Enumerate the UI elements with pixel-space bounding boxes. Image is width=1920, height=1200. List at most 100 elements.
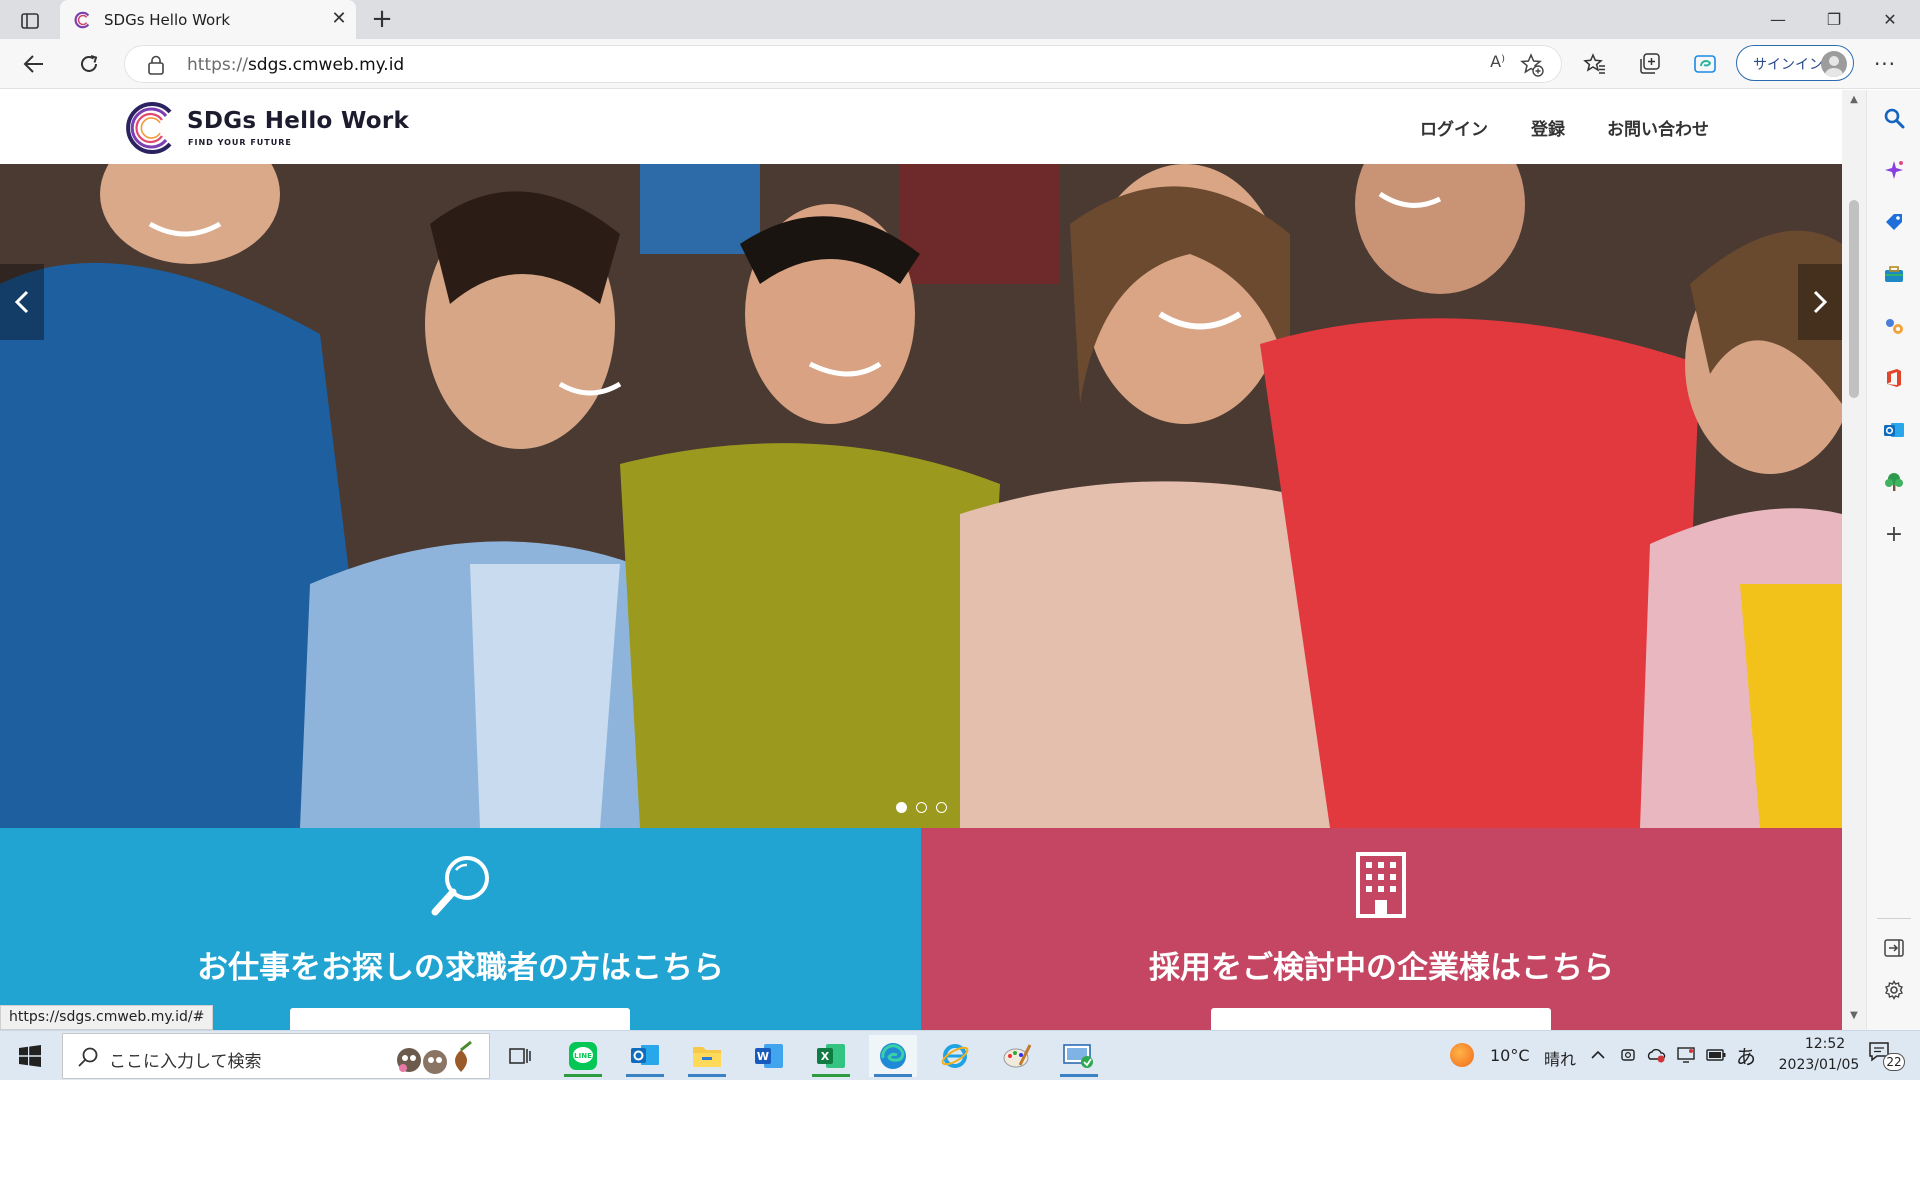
taskbar-search-box[interactable]: ここに入力して検索 [62,1033,490,1079]
signin-button[interactable]: サインイン [1736,45,1854,81]
job-seeker-cta[interactable]: お仕事をお探しの求職者の方はこちら [0,828,921,1030]
sidebar-office-icon[interactable] [1882,366,1906,390]
favorites-icon[interactable] [1578,48,1612,80]
profile-avatar-icon [1821,51,1847,77]
settings-more-icon[interactable]: ··· [1868,48,1902,80]
word-app-icon[interactable]: W [745,1035,793,1077]
edge-browser-icon[interactable] [869,1035,917,1077]
sidebar-divider [1877,918,1911,919]
sidebar-search-icon[interactable] [1882,106,1906,130]
sidebar-shopping-icon[interactable] [1882,210,1906,234]
svg-text:W: W [757,1050,769,1063]
lock-icon[interactable] [147,55,165,75]
window-close-button[interactable]: ✕ [1862,0,1918,39]
edge-sidebar: + [1866,90,1920,1030]
site-logo-icon[interactable] [120,98,180,158]
scrollbar-thumb[interactable] [1849,200,1859,398]
nav-login-link[interactable]: ログイン [1420,115,1488,140]
line-app-icon[interactable]: LINE [559,1035,607,1077]
tray-onedrive-error-icon[interactable] [1646,1045,1666,1065]
tray-battery-icon[interactable] [1706,1045,1726,1065]
add-favorite-icon[interactable] [1519,52,1545,78]
sidebar-outlook-icon[interactable] [1882,418,1906,442]
tray-monitor-icon[interactable] [1676,1045,1696,1065]
tab-actions-icon[interactable] [14,9,46,33]
hero-carousel [0,164,1842,828]
outlook-app-icon[interactable] [621,1035,669,1077]
sidebar-settings-icon[interactable] [1882,978,1906,1002]
browser-tab-active[interactable]: SDGs Hello Work ✕ [60,0,356,39]
browser-tab-strip: SDGs Hello Work ✕ + — ❐ ✕ [0,0,1920,39]
screen: SDGs Hello Work ✕ + — ❐ ✕ https://sdgs.c… [0,0,1920,1080]
new-tab-button[interactable]: + [368,6,396,34]
tray-webcam-icon[interactable] [1618,1045,1638,1065]
carousel-next-button[interactable] [1798,264,1842,340]
scroll-down-icon[interactable]: ▼ [1848,1010,1860,1022]
site-tagline: FIND YOUR FUTURE [188,138,292,147]
weather-condition: 晴れ [1544,1050,1577,1069]
employer-cta[interactable]: 採用をご検討中の企業様はこちら [921,828,1842,1030]
status-bar-url: https://sdgs.cmweb.my.id/# [0,1005,214,1030]
windows-taskbar: ここに入力して検索 LINE W X 10°C 晴れ あ 12:52 2023/… [0,1030,1920,1080]
svg-text:LINE: LINE [574,1052,592,1060]
site-favicon-icon [74,11,90,29]
task-view-icon[interactable] [496,1035,544,1077]
hero-photo-group-of-friends [0,164,1842,828]
signin-label: サインイン [1753,57,1823,73]
web-page: SDGs Hello Work FIND YOUR FUTURE ログイン 登録… [0,90,1842,1030]
site-name[interactable]: SDGs Hello Work [187,108,409,134]
refresh-icon[interactable] [72,48,106,80]
tab-close-icon[interactable]: ✕ [328,8,350,30]
window-maximize-button[interactable]: ❐ [1806,0,1862,39]
carousel-dot-1[interactable] [896,802,907,813]
sidebar-games-icon[interactable] [1882,314,1906,338]
search-icon [78,1047,98,1067]
collections-icon[interactable] [1633,48,1667,80]
remote-desktop-icon[interactable] [1055,1035,1103,1077]
sidebar-tools-icon[interactable] [1882,262,1906,286]
notification-center-button[interactable]: 22 [1868,1041,1905,1071]
magnifier-icon [431,856,489,916]
carousel-indicators [896,802,966,816]
search-highlight-chestnut-icon [397,1040,472,1074]
url-host: sdgs.cmweb.my.id [247,55,405,75]
employer-cta-button[interactable] [1211,1008,1551,1030]
nav-contact-link[interactable]: お問い合わせ [1607,115,1709,140]
url-scheme: https:// [187,55,248,75]
scroll-up-icon[interactable]: ▲ [1848,94,1860,106]
page-scrollbar[interactable]: ▲ ▼ [1842,90,1866,1030]
sidebar-tree-icon[interactable] [1882,470,1906,494]
url-text[interactable]: https://sdgs.cmweb.my.id [187,55,404,75]
file-explorer-icon[interactable] [683,1035,731,1077]
excel-app-icon[interactable]: X [807,1035,855,1077]
browser-toolbar: https://sdgs.cmweb.my.id A⁾ サインイン ··· [0,39,1920,89]
ime-mode-indicator[interactable]: あ [1736,1041,1756,1070]
paint-app-icon[interactable] [993,1035,1041,1077]
job-seeker-cta-title: お仕事をお探しの求職者の方はこちら [197,950,724,986]
sunny-weather-icon [1450,1043,1474,1067]
search-placeholder: ここに入力して検索 [109,1052,262,1072]
read-aloud-icon[interactable]: A⁾ [1490,52,1505,71]
sidebar-discover-icon[interactable] [1882,158,1906,182]
clock-date[interactable]: 2023/01/05 [1764,1057,1874,1073]
tab-title: SDGs Hello Work [104,11,231,29]
building-icon [1356,852,1406,918]
windows-start-icon[interactable] [18,1044,42,1068]
notification-count-badge: 22 [1883,1053,1905,1071]
job-seeker-cta-button[interactable] [290,1008,630,1030]
carousel-prev-button[interactable] [0,264,44,340]
employer-cta-title: 採用をご検討中の企業様はこちら [1149,950,1614,986]
tray-chevron-up-icon[interactable] [1588,1045,1608,1065]
window-minimize-button[interactable]: — [1750,0,1806,39]
sidebar-add-icon[interactable]: + [1882,522,1906,547]
clock-time[interactable]: 12:52 [1790,1036,1860,1052]
address-bar[interactable]: https://sdgs.cmweb.my.id A⁾ [124,45,1562,83]
site-header: SDGs Hello Work FIND YOUR FUTURE ログイン 登録… [0,90,1842,164]
carousel-dot-3[interactable] [936,802,947,813]
nav-register-link[interactable]: 登録 [1531,115,1565,140]
internet-explorer-icon[interactable] [931,1035,979,1077]
back-arrow-icon[interactable] [17,48,51,80]
sidebar-hide-icon[interactable] [1882,936,1906,960]
edge-extension-icon[interactable] [1688,48,1722,80]
carousel-dot-2[interactable] [916,802,927,813]
